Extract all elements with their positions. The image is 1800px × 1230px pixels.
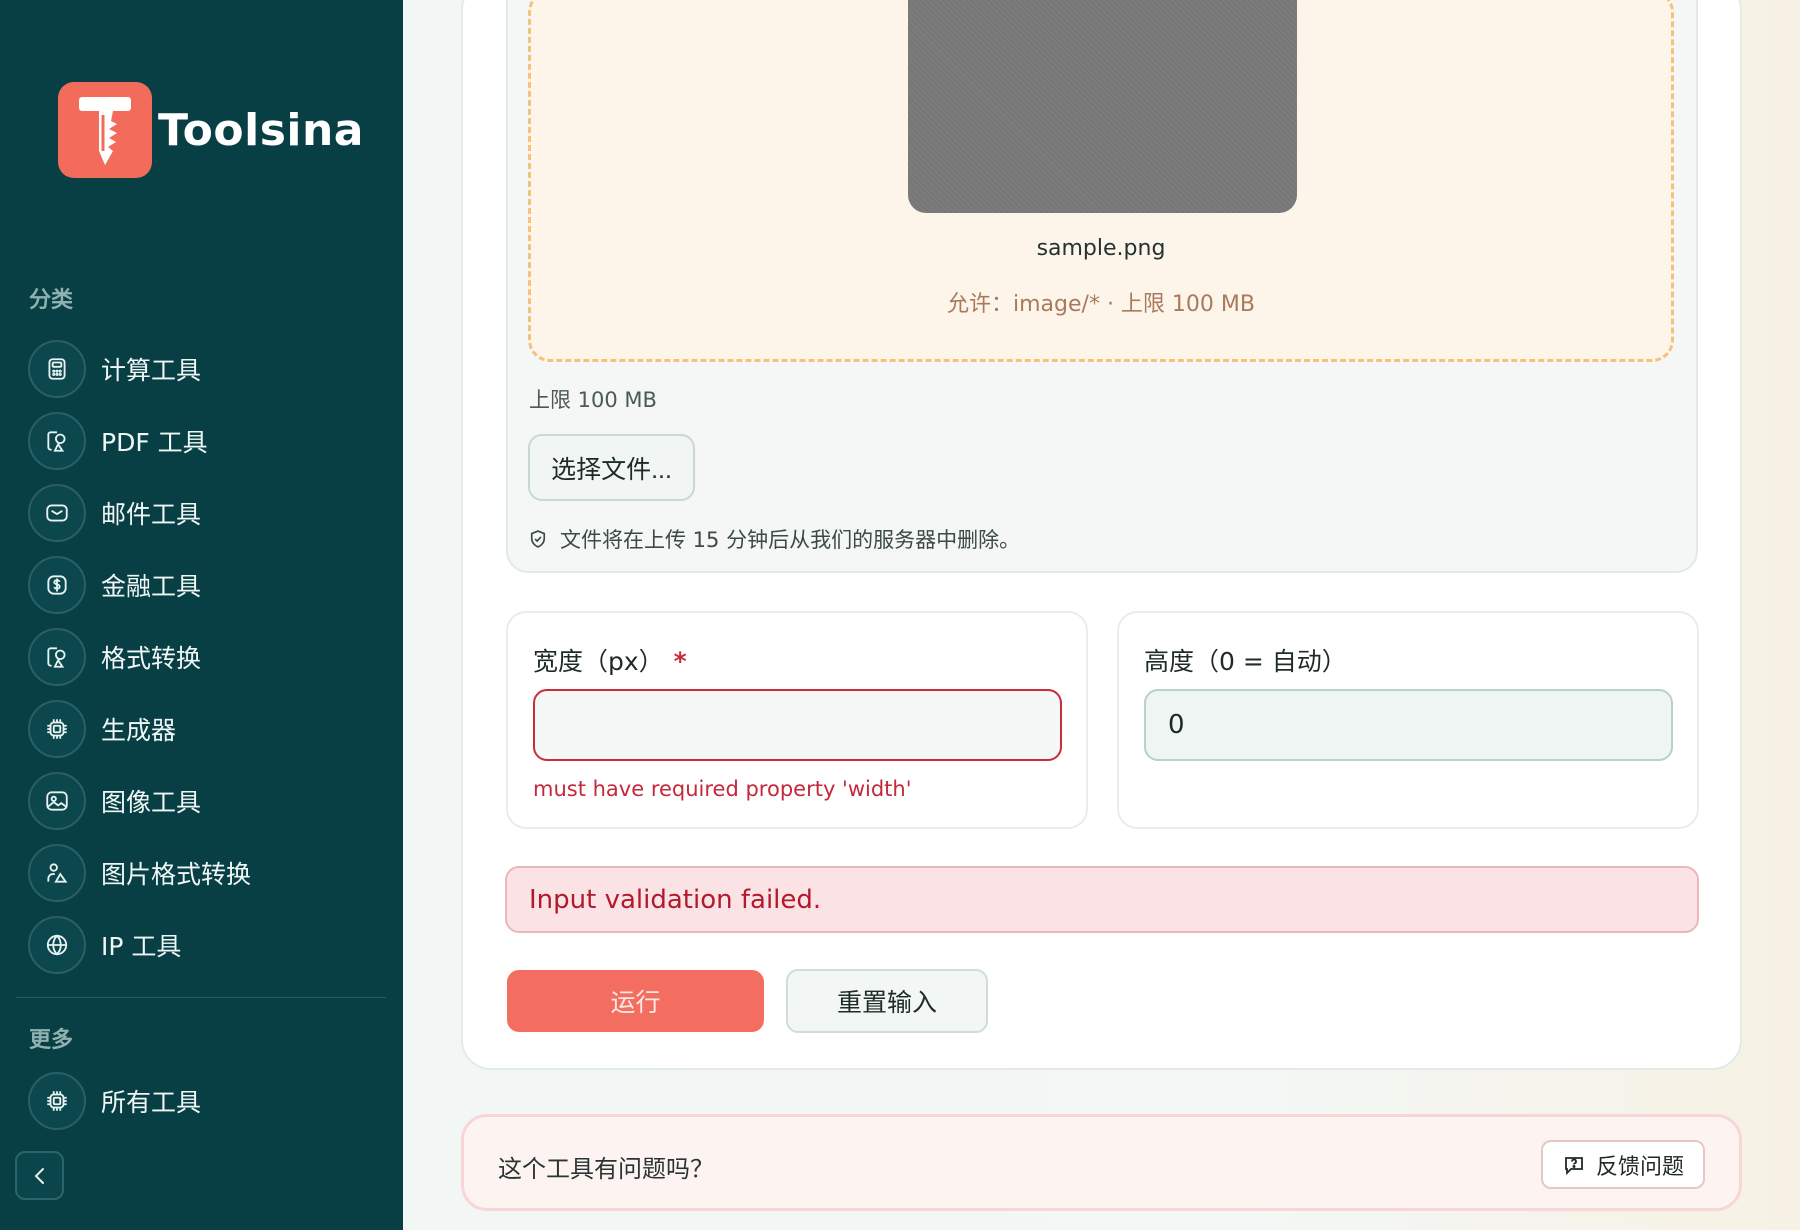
uploaded-file-name: sample.png (1036, 236, 1166, 261)
width-error-text: must have required property 'width' (533, 777, 912, 801)
mail-icon (28, 484, 86, 542)
collapse-sidebar-button[interactable] (15, 1151, 64, 1200)
screw-logo-icon (58, 82, 152, 178)
sidebar-item-label: 邮件工具 (101, 500, 202, 529)
report-issue-button[interactable]: 反馈问题 (1541, 1140, 1705, 1189)
allowed-types-text: 允许：image/* · 上限 100 MB (947, 292, 1255, 317)
width-field-card: 宽度（px） * must have required property 'wid… (506, 611, 1088, 829)
sidebar-item-label: 所有工具 (101, 1088, 202, 1117)
categories-label: 分类 (29, 288, 74, 313)
chip-icon (28, 700, 86, 758)
brand-logo[interactable]: Toolsina (58, 82, 364, 178)
more-label: 更多 (29, 1028, 74, 1053)
sidebar-item-finance[interactable]: 金融工具 (28, 549, 388, 621)
sidebar-item-label: PDF 工具 (101, 428, 208, 457)
height-label: 高度（0 = 自动） (1144, 647, 1347, 676)
document-shapes-icon (28, 412, 86, 470)
dollar-icon (28, 556, 86, 614)
report-issue-label: 反馈问题 (1595, 1153, 1684, 1179)
run-button[interactable]: 运行 (507, 970, 764, 1032)
sidebar-item-format-convert[interactable]: 格式转换 (28, 621, 388, 693)
chip-icon (28, 1072, 86, 1130)
sidebar-item-label: 计算工具 (101, 356, 202, 385)
width-label-text: 宽度（px） (533, 647, 664, 676)
sidebar-item-pdf[interactable]: PDF 工具 (28, 405, 388, 477)
required-mark: * (673, 647, 687, 676)
sidebar-item-all-tools[interactable]: 所有工具 (28, 1065, 201, 1137)
feedback-card: 这个工具有问题吗？ 反馈问题 (461, 1114, 1742, 1211)
shapes-icon (28, 844, 86, 902)
globe-icon (28, 916, 86, 974)
delete-note-text: 文件将在上传 15 分钟后从我们的服务器中删除。 (560, 528, 1021, 552)
sidebar-item-calculator[interactable]: 计算工具 (28, 333, 388, 405)
category-nav: 计算工具 PDF 工具 邮件工具 金融工具 格式转换 生成器 图像工具 图片格式… (28, 333, 388, 981)
sidebar: Toolsina 分类 计算工具 PDF 工具 邮件工具 金融工具 格式转换 生… (0, 0, 403, 1230)
size-limit-text: 上限 100 MB (529, 388, 657, 412)
shield-check-icon (530, 530, 546, 548)
document-shapes-icon (28, 628, 86, 686)
sidebar-item-label: 金融工具 (101, 572, 202, 601)
sidebar-item-label: 图像工具 (101, 788, 202, 817)
sidebar-item-label: 图片格式转换 (101, 860, 252, 889)
calculator-icon (28, 340, 86, 398)
reset-inputs-button[interactable]: 重置输入 (786, 969, 988, 1033)
chat-question-icon (1565, 1156, 1583, 1175)
delete-note: 文件将在上传 15 分钟后从我们的服务器中删除。 (528, 524, 1020, 554)
sidebar-item-label: 格式转换 (101, 644, 202, 673)
height-input[interactable] (1144, 689, 1673, 761)
sidebar-divider (16, 997, 386, 998)
sidebar-item-label: 生成器 (101, 716, 177, 745)
sidebar-item-label: IP 工具 (101, 932, 182, 961)
sidebar-item-mail[interactable]: 邮件工具 (28, 477, 388, 549)
sidebar-item-generators[interactable]: 生成器 (28, 693, 388, 765)
height-field-card: 高度（0 = 自动） (1117, 611, 1699, 829)
width-input[interactable] (533, 689, 1062, 761)
sidebar-item-image-format[interactable]: 图片格式转换 (28, 837, 388, 909)
validation-alert: Input validation failed. (505, 866, 1699, 933)
sidebar-item-image-tools[interactable]: 图像工具 (28, 765, 388, 837)
brand-name: Toolsina (158, 104, 364, 156)
sidebar-item-ip-tools[interactable]: IP 工具 (28, 909, 388, 981)
image-preview (908, 0, 1297, 213)
feedback-question: 这个工具有问题吗？ (498, 1155, 714, 1183)
image-icon (28, 772, 86, 830)
choose-file-button[interactable]: 选择文件... (528, 434, 695, 501)
chevron-left-icon (34, 1167, 44, 1184)
width-label: 宽度（px） * (533, 642, 687, 678)
